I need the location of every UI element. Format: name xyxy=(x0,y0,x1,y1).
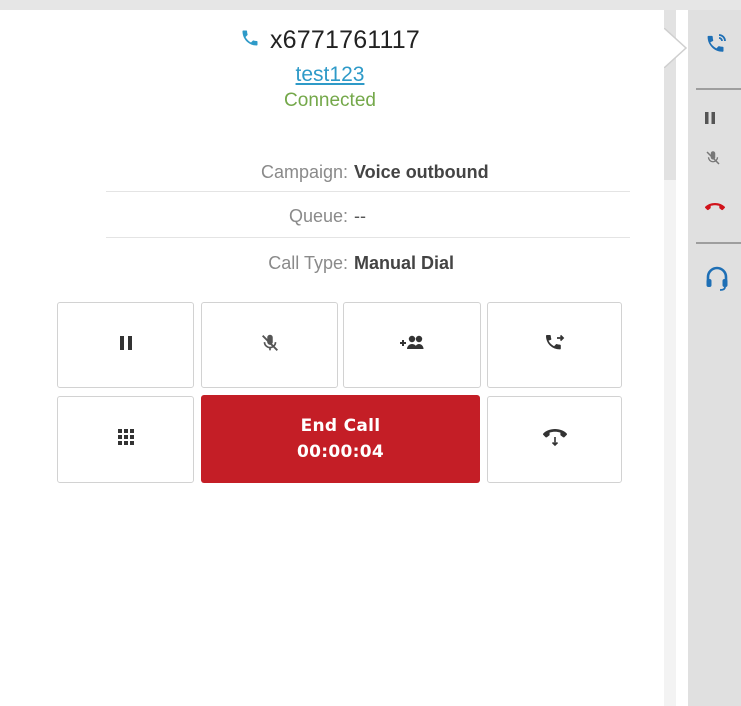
end-call-button[interactable]: End Call 00:00:04 xyxy=(201,395,480,483)
queue-value: -- xyxy=(354,205,366,226)
campaign-label: Campaign: xyxy=(260,161,348,182)
call-timer: 00:00:04 xyxy=(297,442,384,462)
rail-divider xyxy=(696,88,741,90)
park-call-icon xyxy=(542,426,568,453)
transfer-call-icon xyxy=(543,331,567,360)
add-participant-button[interactable] xyxy=(343,302,481,388)
divider xyxy=(106,191,630,192)
popover-pointer xyxy=(664,28,688,68)
dialpad-icon xyxy=(117,428,135,451)
transfer-button[interactable] xyxy=(487,302,622,388)
campaign-value: Voice outbound xyxy=(354,161,489,182)
park-call-button[interactable] xyxy=(487,396,622,483)
call-header: x6771761117 test123 Connected xyxy=(0,20,660,114)
hold-button[interactable] xyxy=(57,302,194,388)
mute-mic-icon xyxy=(259,332,281,359)
call-type-row: Call Type: Manual Dial xyxy=(106,248,630,278)
call-status: Connected xyxy=(284,90,376,111)
phone-number: x6771761117 xyxy=(269,25,421,54)
rail-pause-icon[interactable] xyxy=(704,106,734,130)
queue-label: Queue: xyxy=(288,205,348,226)
pause-icon xyxy=(119,335,133,356)
number-row: x6771761117 xyxy=(0,20,660,60)
call-type-label: Call Type: xyxy=(268,252,348,273)
mute-button[interactable] xyxy=(201,302,338,388)
dialpad-button[interactable] xyxy=(57,396,194,483)
active-call-icon[interactable] xyxy=(704,32,734,56)
rail-divider xyxy=(696,242,741,244)
contact-link[interactable]: test123 xyxy=(0,63,660,90)
queue-row: Queue: -- xyxy=(106,201,630,231)
phone-icon xyxy=(240,28,260,53)
top-border xyxy=(0,0,741,10)
add-participant-icon xyxy=(398,333,426,358)
hangup-icon[interactable] xyxy=(704,196,734,220)
divider xyxy=(106,237,630,238)
end-call-label: End Call xyxy=(300,416,381,436)
campaign-row: Campaign: Voice outbound xyxy=(106,157,630,187)
scrollbar[interactable] xyxy=(664,10,676,706)
agent-headset-icon[interactable] xyxy=(704,266,734,291)
call-type-value: Manual Dial xyxy=(354,252,455,273)
rail-mute-mic-icon[interactable] xyxy=(704,146,734,170)
